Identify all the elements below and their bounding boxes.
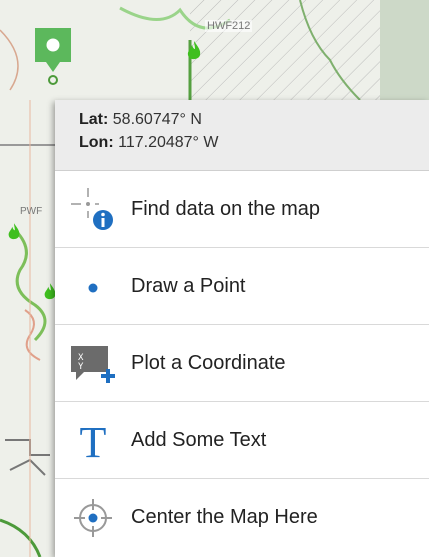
- point-icon: [68, 261, 118, 311]
- center-crosshair-icon: [68, 493, 118, 543]
- map-marker-icon[interactable]: [33, 26, 73, 86]
- plot-coordinate-icon: X Y: [68, 338, 118, 388]
- svg-text:T: T: [80, 418, 107, 465]
- svg-text:Y: Y: [78, 362, 84, 372]
- text-icon: T: [68, 415, 118, 465]
- menu-item-draw-point[interactable]: Draw a Point: [55, 248, 429, 325]
- menu-item-find-data[interactable]: Find data on the map: [55, 171, 429, 248]
- latitude-row: Lat: 58.60747° N: [79, 108, 429, 131]
- lon-value: 117.20487° W: [118, 134, 219, 151]
- context-menu: Lat: 58.60747° N Lon: 117.20487° W Find …: [55, 100, 429, 557]
- fire-icon[interactable]: [186, 40, 202, 62]
- road-label-top: HWF212: [205, 20, 253, 32]
- menu-item-add-text[interactable]: T Add Some Text: [55, 402, 429, 479]
- longitude-row: Lon: 117.20487° W: [79, 131, 429, 154]
- coordinate-readout: Lat: 58.60747° N Lon: 117.20487° W: [55, 100, 429, 171]
- menu-item-label: Draw a Point: [131, 274, 246, 297]
- menu-item-label: Add Some Text: [131, 428, 267, 451]
- menu-item-label: Center the Map Here: [131, 506, 318, 528]
- menu-item-label: Find data on the map: [131, 197, 321, 220]
- road-label-left: PWF: [20, 206, 43, 217]
- menu-item-plot-coordinate[interactable]: X Y Plot a Coordinate: [55, 325, 429, 402]
- fire-icon[interactable]: [7, 222, 21, 242]
- lon-label: Lon:: [79, 134, 114, 151]
- lat-value: 58.60747° N: [112, 111, 202, 128]
- lat-label: Lat:: [79, 111, 109, 128]
- menu-item-label: Plot a Coordinate: [131, 351, 286, 374]
- find-data-icon: [68, 184, 118, 234]
- menu-item-center-map[interactable]: Center the Map Here: [55, 479, 429, 556]
